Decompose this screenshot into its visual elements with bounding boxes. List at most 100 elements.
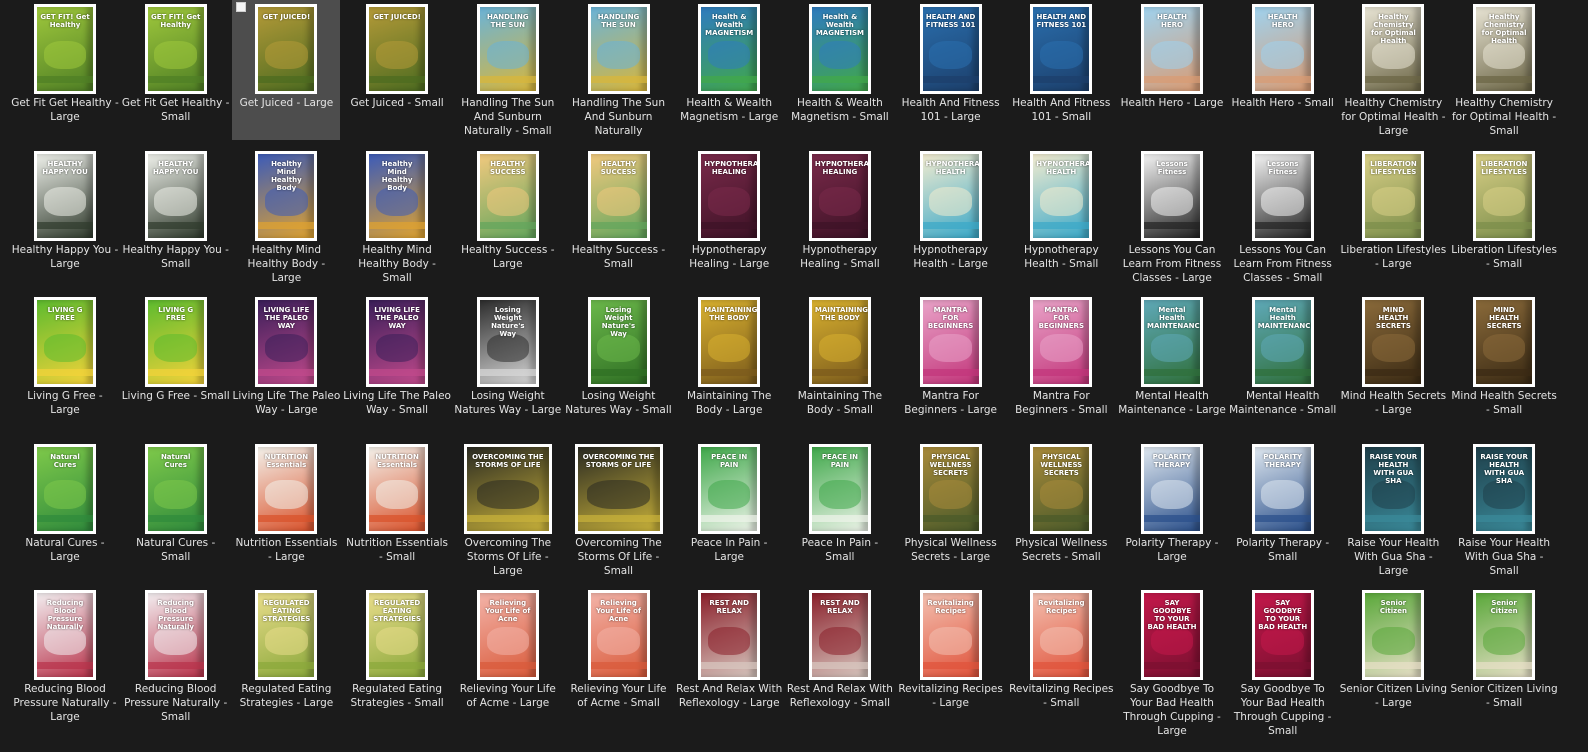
file-item[interactable]: PEACE IN PAIN Peace In Pain - Small [786,440,894,580]
file-item[interactable]: REGULATED EATING STRATEGIES Regulated Eat… [232,586,340,726]
book-cover-thumbnail: HEALTHY SUCCESS [476,150,539,241]
file-item[interactable]: REGULATED EATING STRATEGIES Regulated Eat… [343,586,451,726]
file-item[interactable]: LIBERATION LIFESTYLES Liberation Lifestyl… [1450,147,1558,287]
file-item[interactable]: RAISE YOUR HEALTH WITH GUA SHA Raise Your… [1450,440,1558,580]
file-item[interactable]: MANTRA FOR BEGINNERS Mantra For Beginners… [1007,293,1115,433]
file-item[interactable]: POLARITY THERAPY Polarity Therapy - Small [1229,440,1337,580]
thumbnail-frame: HEALTH HERO [1118,3,1226,95]
book-cover-thumbnail: OVERCOMING THE STORMS OF LIFE [574,443,663,534]
book-cover-thumbnail: Lessons Fitness [1141,150,1203,241]
cover-band [590,75,647,83]
file-item[interactable]: MAINTAINING THE BODY Maintaining The Body… [675,293,783,433]
file-item[interactable]: HYPNOTHERAPY HEALTH Hypnotherapy Health -… [897,147,1005,287]
file-item[interactable]: NUTRITION Essentials Nutrition Essentials… [232,440,340,580]
file-item[interactable]: Mental Health MAINTENANCE Mental Health M… [1229,293,1337,433]
file-item[interactable]: Healthy Mind Healthy Body Healthy Mind He… [232,147,340,287]
file-item[interactable]: MIND HEALTH SECRETS Mind Health Secrets -… [1450,293,1558,433]
cover-illustration [818,40,862,70]
file-item[interactable]: HEALTHY SUCCESS Healthy Success - Small [565,147,673,287]
file-item[interactable]: Healthy Mind Healthy Body Healthy Mind He… [343,147,451,287]
file-item[interactable]: Losing Weight Nature's Way Losing Weight … [565,293,673,433]
file-item[interactable]: REST AND RELAX Rest And Relax With Reflex… [786,586,894,726]
cover-illustration [265,626,308,656]
file-item[interactable]: Relieving Your Life of Acne Relieving You… [565,586,673,726]
file-item[interactable]: OVERCOMING THE STORMS OF LIFE Overcoming … [454,440,562,580]
file-item[interactable]: PHYSICAL WELLNESS SECRETS Physical Wellne… [897,440,1005,580]
file-item[interactable]: Healthy Chemistry for Optimal Health Heal… [1339,0,1447,140]
file-item[interactable]: HEALTH AND FITNESS 101 Health And Fitness… [1007,0,1115,140]
cover-illustration [154,480,197,509]
file-item[interactable]: Lessons Fitness Lessons You Can Learn Fro… [1118,147,1226,287]
file-item[interactable]: Revitalizing Recipes Revitalizing Recipes… [897,586,1005,726]
file-item[interactable]: LIVING G FREE Living G Free - Large [11,293,119,433]
file-item[interactable]: OVERCOMING THE STORMS OF LIFE Overcoming … [565,440,673,580]
cover-band [369,368,426,376]
file-item[interactable]: MAINTAINING THE BODY Maintaining The Body… [786,293,894,433]
file-item[interactable]: HEALTH AND FITNESS 101 Health And Fitness… [897,0,1005,140]
file-item[interactable]: HYPNOTHERAPY HEALTH Hypnotherapy Health -… [1007,147,1115,287]
file-item[interactable]: Mental Health MAINTENANCE Mental Health M… [1118,293,1226,433]
file-item[interactable]: Senior Citizen Senior Citizen Living - Sm… [1450,586,1558,726]
file-item[interactable]: GET JUICED! Get Juiced - Large [232,0,341,140]
file-item[interactable]: NUTRITION Essentials Nutrition Essentials… [343,440,451,580]
thumbnail-frame: Mental Health MAINTENANCE [1229,296,1337,388]
file-item[interactable]: RAISE YOUR HEALTH WITH GUA SHA Raise Your… [1339,440,1447,580]
book-cover-thumbnail: Revitalizing Recipes [919,590,982,680]
thumbnail-frame: MANTRA FOR BEGINNERS [1007,296,1115,388]
file-item[interactable]: Natural Cures Natural Cures - Large [11,440,119,580]
file-item[interactable]: Healthy Chemistry for Optimal Health Heal… [1450,0,1558,140]
file-item[interactable]: Health & Wealth MAGNETISM Health & Wealth… [786,0,894,140]
file-item[interactable]: GET JUICED! Get Juiced - Small [343,0,451,140]
book-cover-thumbnail: GET FIT! Get Healthy [34,4,96,94]
file-item[interactable]: HEALTHY SUCCESS Healthy Success - Large [454,147,562,287]
thumbnail-frame: HEALTHY SUCCESS [565,150,673,242]
file-item[interactable]: HEALTH HERO Health Hero - Large [1118,0,1226,140]
file-item[interactable]: Reducing Blood Pressure Naturally Reducin… [11,586,119,726]
book-cover-thumbnail: LIVING G FREE [144,297,207,387]
file-item[interactable]: GET FIT! Get Healthy Get Fit Get Healthy … [11,0,119,140]
file-item[interactable]: HEALTHY HAPPY YOU Healthy Happy You - Lar… [11,147,119,287]
cover-title: Health & Wealth MAGNETISM [815,13,864,37]
file-item[interactable]: HEALTHY HAPPY YOU Healthy Happy You - Sma… [122,147,230,287]
file-item[interactable]: Relieving Your Life of Acne Relieving You… [454,586,562,726]
cover-band [1365,222,1422,230]
cover-title: Lessons Fitness [1266,159,1299,176]
file-item[interactable]: LIVING G FREE Living G Free - Small [122,293,230,433]
file-item[interactable]: REST AND RELAX Rest And Relax With Reflex… [675,586,783,726]
file-item[interactable]: MANTRA FOR BEGINNERS Mantra For Beginners… [897,293,1005,433]
file-item[interactable]: Reducing Blood Pressure Naturally Reducin… [122,586,230,726]
cover-title: PHYSICAL WELLNESS SECRETS [1040,452,1083,477]
file-item[interactable]: Losing Weight Nature's Way Losing Weight … [454,293,562,433]
file-item[interactable]: PEACE IN PAIN Peace In Pain - Large [675,440,783,580]
file-item[interactable]: Natural Cures Natural Cures - Small [122,440,230,580]
file-item[interactable]: Revitalizing Recipes Revitalizing Recipes… [1007,586,1115,726]
cover-title: NUTRITION Essentials [264,452,309,469]
file-item[interactable]: HEALTH HERO Health Hero - Small [1229,0,1337,140]
file-item[interactable]: LIBERATION LIFESTYLES Liberation Lifestyl… [1339,147,1447,287]
thumbnail-frame: HYPNOTHERAPY HEALING [786,150,894,242]
file-item[interactable]: HYPNOTHERAPY HEALING Hypnotherapy Healing… [786,147,894,287]
file-item[interactable]: HYPNOTHERAPY HEALING Hypnotherapy Healing… [675,147,783,287]
file-name-label: Hypnotherapy Health - Small [1023,243,1099,270]
book-cover-art: Losing Weight Nature's Way [590,300,647,384]
file-item[interactable]: LIVING LIFE THE PALEO WAY Living Life The… [343,293,451,433]
file-item[interactable]: LIVING LIFE THE PALEO WAY Living Life The… [232,293,340,433]
file-item[interactable]: SAY GOODBYE TO YOUR BAD HEALTH Say Goodby… [1118,586,1226,737]
file-item[interactable]: PHYSICAL WELLNESS SECRETS Physical Wellne… [1007,440,1115,580]
file-name-label: Regulated Eating Strategies - Large [239,683,334,709]
cover-band [1476,515,1533,523]
file-item[interactable]: SAY GOODBYE TO YOUR BAD HEALTH Say Goodby… [1229,586,1337,737]
file-item[interactable]: Senior Citizen Senior Citizen Living - La… [1339,586,1447,726]
book-cover-art: Relieving Your Life of Acne [479,593,536,677]
file-item[interactable]: GET FIT! Get Healthy Get Fit Get Healthy … [122,0,230,140]
file-item[interactable]: Lessons Fitness Lessons You Can Learn Fro… [1229,147,1337,287]
book-cover-art: SAY GOODBYE TO YOUR BAD HEALTH [1254,593,1311,677]
book-cover-art: HEALTH AND FITNESS 101 [1033,7,1090,91]
file-item[interactable]: Health & Wealth MAGNETISM Health & Wealth… [675,0,783,140]
file-name-label: Say Goodbye To Your Bad Health Through C… [1123,683,1221,737]
file-item[interactable]: HANDLING THE SUN Handling The Sun And Sun… [565,0,673,140]
thumbnail-frame: Lessons Fitness [1229,150,1337,242]
file-item[interactable]: HANDLING THE SUN Handling The Sun And Sun… [454,0,562,140]
file-item[interactable]: MIND HEALTH SECRETS Mind Health Secrets -… [1339,293,1447,433]
file-item[interactable]: POLARITY THERAPY Polarity Therapy - Large [1118,440,1226,580]
